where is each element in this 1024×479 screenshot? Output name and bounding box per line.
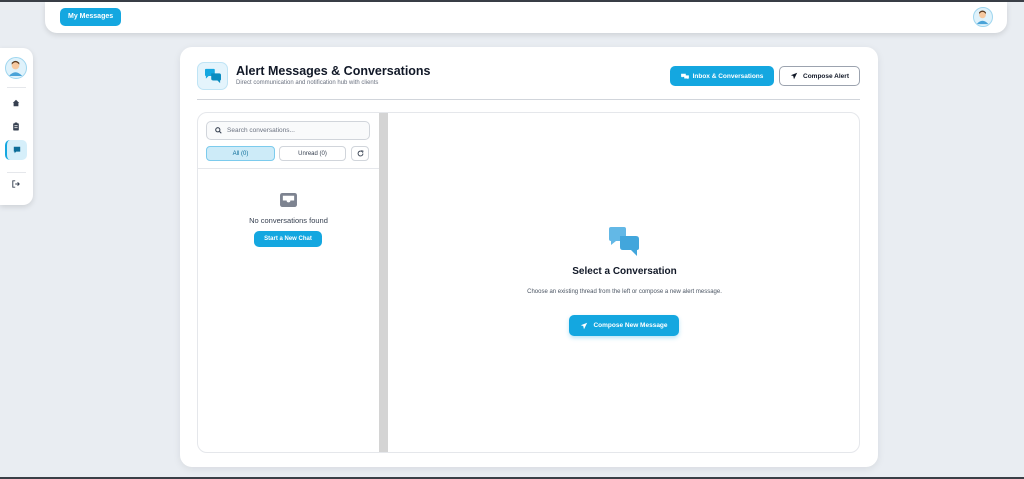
top-bar: My Messages — [45, 2, 1007, 33]
search-icon — [215, 127, 222, 134]
refresh-icon — [357, 150, 363, 157]
conversation-detail: Select a Conversation Choose an existing… — [388, 113, 859, 452]
my-messages-button[interactable]: My Messages — [60, 8, 122, 26]
compose-new-message-button[interactable]: Compose New Message — [569, 315, 679, 336]
list-divider — [198, 168, 379, 169]
refresh-button[interactable] — [351, 146, 369, 161]
header-chat-icon — [197, 62, 228, 90]
home-icon — [12, 99, 20, 107]
compose-alert-button[interactable]: Compose Alert — [779, 66, 860, 86]
page-subtitle: Direct communication and notification hu… — [236, 80, 379, 86]
conversation-list: All (0) Unread (0) No conversations foun… — [198, 113, 379, 452]
conversation-bubbles-icon — [607, 226, 641, 262]
filter-all-tab[interactable]: All (0) — [206, 146, 275, 161]
send-icon — [581, 322, 588, 329]
compose-alert-label: Compose Alert — [803, 72, 849, 80]
list-scrollbar[interactable] — [379, 113, 388, 452]
select-conversation-title: Select a Conversation — [572, 266, 677, 277]
chat-icon — [13, 146, 21, 154]
search-box[interactable] — [206, 121, 370, 140]
compose-new-message-label: Compose New Message — [593, 322, 668, 329]
rail-avatar[interactable] — [5, 57, 27, 79]
side-rail — [0, 48, 33, 205]
inbox-conversations-button[interactable]: Inbox & Conversations — [670, 66, 774, 86]
start-new-chat-button[interactable]: Start a New Chat — [254, 231, 322, 247]
rail-logout-button[interactable] — [5, 174, 27, 194]
rail-divider — [7, 87, 26, 88]
filter-unread-tab[interactable]: Unread (0) — [279, 146, 346, 161]
conversations-panel: All (0) Unread (0) No conversations foun… — [197, 112, 860, 453]
send-icon — [790, 72, 798, 80]
search-input[interactable] — [227, 127, 357, 134]
header-divider — [197, 99, 860, 100]
rail-divider — [7, 172, 26, 173]
inbox-icon — [279, 192, 298, 213]
select-conversation-description: Choose an existing thread from the left … — [527, 289, 722, 295]
rail-home-button[interactable] — [5, 93, 27, 113]
chat-bubbles-icon — [680, 73, 689, 79]
messages-card: Alert Messages & Conversations Direct co… — [180, 47, 878, 467]
logout-icon — [12, 180, 20, 188]
rail-clipboard-button[interactable] — [5, 116, 27, 136]
rail-chat-button[interactable] — [5, 140, 27, 160]
empty-state-text: No conversations found — [249, 216, 328, 225]
page-title: Alert Messages & Conversations — [236, 64, 431, 78]
user-avatar[interactable] — [973, 7, 993, 27]
inbox-conversations-label: Inbox & Conversations — [692, 72, 764, 80]
clipboard-icon — [13, 122, 19, 130]
